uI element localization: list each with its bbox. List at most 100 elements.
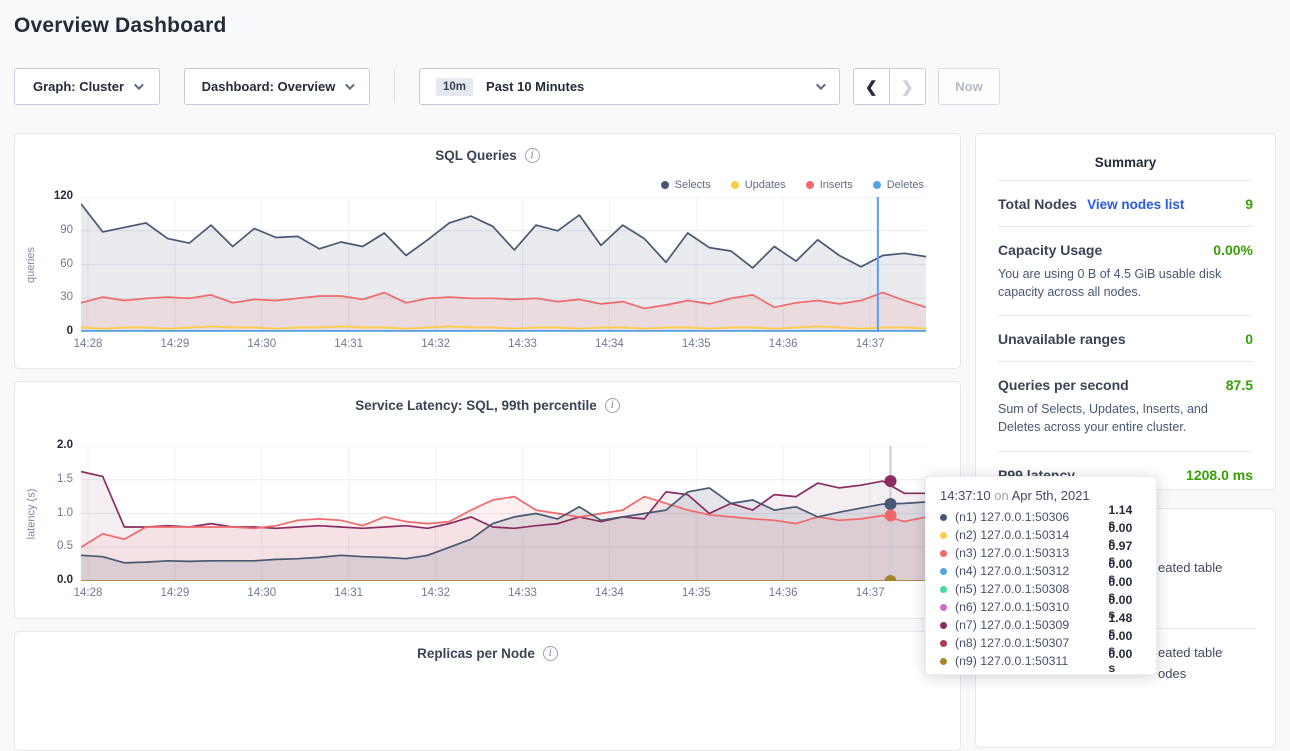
- chart-hover-tooltip: 14:37:10 on Apr 5th, 2021 (n1) 127.0.0.1…: [925, 476, 1157, 675]
- legend-label: Selects: [675, 179, 711, 191]
- chart-canvas[interactable]: [81, 197, 926, 332]
- tooltip-node-row: (n9) 127.0.0.1:503110.00 s: [940, 652, 1142, 670]
- total-nodes-value: 9: [1245, 196, 1253, 212]
- total-nodes-row: Total Nodes View nodes list 9: [998, 180, 1253, 226]
- x-axis-tick: 14:36: [755, 338, 811, 350]
- queries-per-second-label: Queries per second: [998, 377, 1129, 393]
- page-title: Overview Dashboard: [14, 14, 227, 38]
- replicas-per-node-card: Replicas per Node i: [14, 631, 961, 751]
- summary-title: Summary: [998, 134, 1253, 180]
- queries-per-second-row: Queries per second 87.5 Sum of Selects, …: [998, 361, 1253, 450]
- tooltip-node-name: (n5) 127.0.0.1:50308: [955, 582, 1100, 596]
- dashboard-dropdown-label: Dashboard: Overview: [202, 79, 336, 94]
- node-color-dot-icon: [940, 604, 947, 611]
- y-axis-tick: 30: [29, 291, 73, 303]
- y-axis-tick: 60: [29, 258, 73, 270]
- info-icon[interactable]: i: [525, 148, 540, 163]
- y-axis-tick: 120: [29, 190, 73, 202]
- y-axis-tick: 90: [29, 224, 73, 236]
- x-axis-tick: 14:37: [842, 587, 898, 599]
- legend-dot-icon: [873, 181, 881, 189]
- node-color-dot-icon: [940, 622, 947, 629]
- legend-label: Inserts: [820, 179, 853, 191]
- unavailable-ranges-label: Unavailable ranges: [998, 331, 1126, 347]
- x-axis-tick: 14:28: [60, 587, 116, 599]
- x-axis-tick: 14:29: [147, 587, 203, 599]
- capacity-usage-value: 0.00%: [1213, 242, 1253, 258]
- time-range-label: Past 10 Minutes: [486, 79, 816, 94]
- next-range-button[interactable]: ❯: [890, 69, 925, 104]
- event-item-fragment[interactable]: odes: [1158, 666, 1186, 681]
- x-axis-tick: 14:34: [581, 587, 637, 599]
- y-axis-tick: 0.0: [29, 574, 73, 586]
- sql-queries-card: SQL Queries i SelectsUpdatesInsertsDelet…: [14, 133, 961, 369]
- time-nav-group: ❮ ❯: [853, 68, 926, 105]
- legend-item-selects[interactable]: Selects: [661, 179, 711, 191]
- chevron-down-icon: [134, 80, 144, 90]
- x-axis-tick: 14:28: [60, 338, 116, 350]
- prev-range-button[interactable]: ❮: [854, 69, 890, 104]
- x-axis-tick: 14:35: [668, 338, 724, 350]
- sql-queries-plot[interactable]: queries 030609012014:2814:2914:3014:3114…: [81, 197, 926, 332]
- tooltip-node-name: (n1) 127.0.0.1:50306: [955, 510, 1100, 524]
- node-color-dot-icon: [940, 550, 947, 557]
- legend-label: Deletes: [887, 179, 924, 191]
- y-axis-tick: 0.5: [29, 540, 73, 552]
- now-button[interactable]: Now: [938, 68, 1000, 105]
- node-color-dot-icon: [940, 514, 947, 521]
- legend-item-inserts[interactable]: Inserts: [806, 179, 853, 191]
- legend-item-updates[interactable]: Updates: [731, 179, 786, 191]
- dashboard-dropdown[interactable]: Dashboard: Overview: [184, 68, 370, 105]
- tooltip-node-name: (n4) 127.0.0.1:50312: [955, 564, 1100, 578]
- tooltip-node-name: (n2) 127.0.0.1:50314: [955, 528, 1100, 542]
- x-axis-tick: 14:32: [408, 587, 464, 599]
- time-range-badge: 10m: [436, 78, 473, 96]
- chevron-down-icon: [345, 80, 355, 90]
- toolbar-divider: [394, 70, 395, 103]
- node-color-dot-icon: [940, 658, 947, 665]
- tooltip-node-name: (n6) 127.0.0.1:50310: [955, 600, 1100, 614]
- chart-canvas[interactable]: [81, 446, 926, 581]
- graph-dropdown[interactable]: Graph: Cluster: [14, 68, 160, 105]
- tooltip-node-name: (n8) 127.0.0.1:50307: [955, 636, 1100, 650]
- legend-dot-icon: [661, 181, 669, 189]
- service-latency-plot[interactable]: latency (s) 0.00.51.01.52.014:2814:2914:…: [81, 446, 926, 581]
- graph-dropdown-label: Graph: Cluster: [33, 79, 124, 94]
- tooltip-timestamp: 14:37:10 on Apr 5th, 2021: [940, 488, 1142, 503]
- tooltip-node-name: (n9) 127.0.0.1:50311: [955, 654, 1100, 668]
- queries-per-second-value: 87.5: [1226, 377, 1253, 393]
- legend-dot-icon: [806, 181, 814, 189]
- y-axis-tick: 2.0: [29, 439, 73, 451]
- node-color-dot-icon: [940, 586, 947, 593]
- time-range-selector[interactable]: 10m Past 10 Minutes: [419, 68, 840, 105]
- x-axis-tick: 14:34: [581, 338, 637, 350]
- x-axis-tick: 14:35: [668, 587, 724, 599]
- capacity-usage-row: Capacity Usage 0.00% You are using 0 B o…: [998, 226, 1253, 315]
- legend-item-deletes[interactable]: Deletes: [873, 179, 924, 191]
- tooltip-node-name: (n7) 127.0.0.1:50309: [955, 618, 1100, 632]
- x-axis-tick: 14:31: [321, 587, 377, 599]
- x-axis-tick: 14:33: [495, 587, 551, 599]
- event-item-fragment[interactable]: eated table: [1158, 560, 1222, 575]
- x-axis-tick: 14:36: [755, 587, 811, 599]
- chevron-down-icon: [816, 80, 826, 90]
- info-icon[interactable]: i: [605, 398, 620, 413]
- unavailable-ranges-row: Unavailable ranges 0: [998, 315, 1253, 361]
- legend-dot-icon: [731, 181, 739, 189]
- info-icon[interactable]: i: [543, 646, 558, 661]
- queries-per-second-desc: Sum of Selects, Updates, Inserts, and De…: [998, 400, 1253, 436]
- service-latency-card: Service Latency: SQL, 99th percentile i …: [14, 381, 961, 619]
- capacity-usage-label: Capacity Usage: [998, 242, 1102, 258]
- y-axis-tick: 1.0: [29, 507, 73, 519]
- event-item-fragment[interactable]: eated table: [1158, 645, 1222, 660]
- view-nodes-list-link[interactable]: View nodes list: [1087, 197, 1184, 212]
- x-axis-tick: 14:37: [842, 338, 898, 350]
- x-axis-tick: 14:29: [147, 338, 203, 350]
- service-latency-title: Service Latency: SQL, 99th percentile: [355, 398, 597, 413]
- capacity-usage-desc: You are using 0 B of 4.5 GiB usable disk…: [998, 265, 1253, 301]
- unavailable-ranges-value: 0: [1245, 331, 1253, 347]
- x-axis-tick: 14:30: [234, 338, 290, 350]
- y-axis-tick: 1.5: [29, 473, 73, 485]
- legend-label: Updates: [745, 179, 786, 191]
- node-color-dot-icon: [940, 640, 947, 647]
